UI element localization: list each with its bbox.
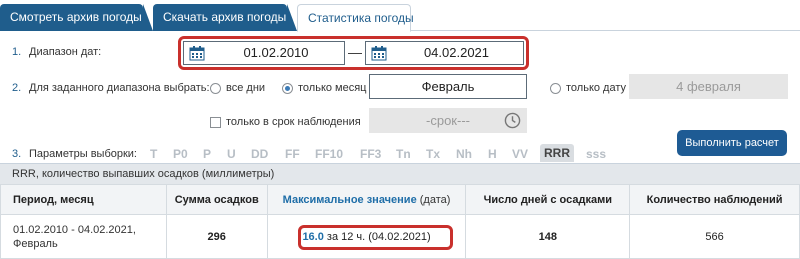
table-header-row: Период, месяц Сумма осадков Максимальное… [0,184,800,215]
parameter-description: RRR, количество выпавших осадков (миллим… [12,168,275,180]
term-select-value: -срок--- [426,113,470,128]
parameters-label: Параметры выборки: [29,148,137,160]
param-u[interactable]: U [227,147,236,161]
cell-sum: 296 [165,214,268,259]
month-select-value: Февраль [421,79,475,94]
radio-only-month-label: только месяц [298,82,367,94]
term-select[interactable]: -срок--- [369,108,527,133]
date-select-value: 4 февраля [676,79,741,94]
param-rrr[interactable]: RRR [540,144,574,162]
radio-all-days-label: все дни [226,82,266,94]
date-select[interactable]: 4 февраля [629,74,788,99]
param-h[interactable]: H [488,147,497,161]
param-sss[interactable]: sss [586,147,606,161]
step3-number: 3. [12,148,22,160]
param-nh[interactable]: Nh [456,147,472,161]
radio-only-month[interactable] [282,83,293,94]
param-vv[interactable]: VV [512,147,528,161]
date-from-field[interactable]: 01.02.2010 [183,41,345,65]
header-max-link[interactable]: Максимальное значение [283,194,417,206]
month-select[interactable]: Февраль [369,74,527,99]
selection-label: Для заданного диапазона выбрать: [29,82,210,94]
calendar-icon[interactable] [371,45,387,61]
header-max: Максимальное значение (дата) [266,184,467,215]
cell-observations: 566 [629,214,800,259]
param-tx[interactable]: Tx [426,147,440,161]
step1-number: 1. [12,46,22,58]
tab-bar: Смотреть архив погоды Скачать архив пого… [0,0,800,32]
param-ff10[interactable]: FF10 [315,147,343,161]
tab-statistics-label: Статистика погоды [308,11,414,25]
param-ff3[interactable]: FF3 [360,147,381,161]
param-t[interactable]: T [150,147,157,161]
tab-download-archive[interactable]: Скачать архив погоды [153,4,297,31]
header-period: Период, месяц [0,184,167,215]
observation-term-checkbox[interactable] [210,117,221,128]
date-range-dash: — [348,44,362,60]
run-calculation-button[interactable]: Выполнить расчет [677,130,787,156]
param-p0[interactable]: P0 [173,147,188,161]
param-ff[interactable]: FF [285,147,300,161]
calendar-icon[interactable] [189,45,205,61]
clock-icon [504,112,521,129]
header-observations: Количество наблюдений [629,184,800,215]
tab-statistics[interactable]: Статистика погоды [297,4,414,32]
radio-only-date[interactable] [550,83,561,94]
param-p[interactable]: P [203,147,211,161]
observation-term-label: только в срок наблюдения [226,116,361,128]
max-value-highlight [298,225,453,250]
date-to-field[interactable]: 04.02.2021 [365,41,524,65]
radio-only-date-label: только дату [566,82,627,94]
tab-view-archive[interactable]: Смотреть архив погоды [0,4,153,31]
step2-number: 2. [12,82,22,94]
date-to-value: 04.02.2021 [423,45,490,60]
cell-days: 148 [465,214,631,259]
header-days: Число дней с осадками [465,184,631,215]
parameter-description-bar: RRR, количество выпавших осадков (миллим… [0,163,800,184]
header-max-suffix: (дата) [419,193,451,206]
date-range-label: Диапазон дат: [29,46,102,58]
header-sum: Сумма осадков [165,184,268,215]
cell-period: 01.02.2010 - 04.02.2021, Февраль [0,214,167,259]
tab-download-archive-label: Скачать архив погоды [163,10,287,24]
tab-view-archive-label: Смотреть архив погоды [10,10,142,24]
radio-all-days[interactable] [210,83,221,94]
param-tn[interactable]: Tn [396,147,411,161]
cell-period-month: Февраль [13,237,58,250]
param-dd[interactable]: DD [251,147,268,161]
date-from-value: 01.02.2010 [243,45,309,60]
cell-period-range: 01.02.2010 - 04.02.2021, [13,223,136,236]
